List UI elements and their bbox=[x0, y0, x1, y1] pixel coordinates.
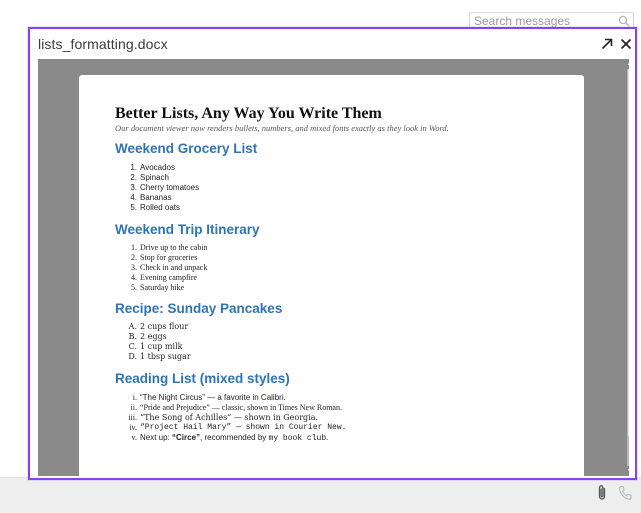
section-heading-grocery: Weekend Grocery List bbox=[115, 141, 258, 156]
list-item: 4. Evening campfire bbox=[131, 273, 208, 283]
list-item: 5. Saturday hike bbox=[131, 283, 208, 293]
section-heading-itinerary: Weekend Trip Itinerary bbox=[115, 222, 260, 237]
list-marker: 4. bbox=[131, 273, 137, 282]
list-item-text: 2 cups flour bbox=[140, 322, 189, 331]
list-marker: 1. bbox=[131, 243, 137, 252]
list-item-text: “Project Hail Mary” — shown in Courier N… bbox=[140, 423, 347, 432]
bottom-toolbar bbox=[0, 477, 641, 513]
list-item-text: Cherry tomatoes bbox=[140, 183, 200, 192]
list-item: iv. “Project Hail Mary” — shown in Courie… bbox=[129, 423, 347, 433]
scrollbar-thumb[interactable] bbox=[628, 69, 629, 437]
list-item-text-middle: , recommended by bbox=[200, 433, 269, 442]
list-marker: 5. bbox=[131, 283, 137, 292]
list-item-text: Drive up to the cabin bbox=[140, 243, 208, 252]
list-item-text-bold: “Circe” bbox=[172, 433, 201, 442]
list-item: B. 2 eggs bbox=[129, 332, 191, 342]
list-marker: 1. bbox=[130, 163, 137, 172]
grocery-list: 1. Avocados 2. Spinach 3. Cherry tomatoes 4… bbox=[130, 163, 200, 213]
list-item-text: Evening campfire bbox=[140, 273, 198, 282]
list-item-text: Rolled oats bbox=[140, 203, 181, 212]
phone-icon[interactable] bbox=[618, 485, 632, 501]
list-marker: v. bbox=[131, 433, 137, 442]
modal-header: lists_formatting.docx bbox=[30, 29, 635, 59]
list-marker: iii. bbox=[128, 413, 137, 422]
modal-title: lists_formatting.docx bbox=[38, 36, 168, 52]
list-item: 3. Check in and unpack bbox=[131, 263, 208, 273]
section-heading-recipe: Recipe: Sunday Pancakes bbox=[115, 301, 283, 316]
scroll-down-arrow-icon[interactable] bbox=[626, 467, 629, 475]
list-marker: 3. bbox=[130, 183, 137, 192]
list-marker: 3. bbox=[131, 263, 137, 272]
list-marker: C. bbox=[128, 342, 137, 351]
list-item-text: Saturday hike bbox=[140, 283, 185, 292]
list-item: 2. Spinach bbox=[130, 173, 199, 183]
list-item-text: Avocados bbox=[140, 163, 175, 172]
document-page: Better Lists, Any Way You Write Them Our… bbox=[79, 75, 584, 476]
close-icon[interactable] bbox=[617, 35, 635, 53]
list-item: 4. Bananas bbox=[130, 193, 199, 203]
list-item: i. “The Night Circus” — a favorite in Cal… bbox=[133, 393, 346, 403]
list-marker: 4. bbox=[130, 193, 137, 202]
list-marker: D. bbox=[128, 352, 137, 361]
list-item-text: Check in and unpack bbox=[140, 263, 208, 272]
document-title: Better Lists, Any Way You Write Them bbox=[115, 105, 382, 122]
list-marker: B. bbox=[128, 332, 137, 341]
list-item: 1. Drive up to the cabin bbox=[131, 243, 208, 253]
list-item-text: “The Night Circus” — a favorite in Calib… bbox=[140, 393, 286, 402]
list-item: 3. Cherry tomatoes bbox=[130, 183, 200, 193]
list-item-text: 1 tbsp sugar bbox=[140, 352, 191, 361]
list-marker: 2. bbox=[130, 173, 137, 182]
scroll-up-arrow-icon[interactable] bbox=[626, 59, 629, 67]
list-item-text: Spinach bbox=[140, 173, 169, 182]
list-item: ii. “Pride and Prejudice” — classic, show… bbox=[131, 403, 346, 413]
list-item-text: 2 eggs bbox=[140, 332, 167, 341]
list-item-text: Bananas bbox=[140, 193, 172, 202]
recipe-list: A. 2 cups flour B. 2 eggs C. 1 cup milk D. 1… bbox=[128, 322, 191, 362]
list-item: D. 1 tbsp sugar bbox=[128, 352, 191, 362]
list-item: v. Next up: “Circe”, recommended by my bo… bbox=[132, 433, 346, 443]
itinerary-list: 1. Drive up to the cabin 2. Stop for groce… bbox=[131, 243, 208, 293]
list-marker: A. bbox=[128, 322, 137, 331]
list-item: 1. Avocados bbox=[130, 163, 199, 173]
open-external-icon[interactable] bbox=[598, 35, 616, 53]
list-item-text-suffix: . bbox=[326, 433, 329, 442]
list-item: C. 1 cup milk bbox=[129, 342, 191, 352]
list-item-text-mono: my book club bbox=[268, 434, 327, 443]
search-icon[interactable] bbox=[618, 15, 630, 27]
list-item-text-prefix: Next up: bbox=[140, 433, 173, 442]
list-item: iii. “The Song of Achilles” — shown in Ge… bbox=[128, 413, 346, 423]
list-item: 5. Rolled oats bbox=[130, 203, 199, 213]
list-marker: ii. bbox=[130, 403, 137, 412]
list-marker: iv. bbox=[129, 423, 137, 432]
list-item-text: 1 cup milk bbox=[140, 342, 183, 351]
reading-list: i. “The Night Circus” — a favorite in Cal… bbox=[128, 393, 347, 443]
list-item: 2. Stop for groceries bbox=[131, 253, 208, 263]
list-item: A. 2 cups flour bbox=[129, 322, 191, 332]
document-subtitle: Our document viewer now renders bullets,… bbox=[115, 123, 449, 133]
section-heading-reading: Reading List (mixed styles) bbox=[115, 371, 290, 386]
list-item-text: Stop for groceries bbox=[140, 253, 198, 262]
vertical-scrollbar[interactable] bbox=[626, 59, 629, 476]
list-marker: 2. bbox=[131, 253, 137, 262]
document-viewer[interactable]: Better Lists, Any Way You Write Them Our… bbox=[38, 59, 629, 476]
list-item-text: “The Song of Achilles” — shown in Georgi… bbox=[140, 413, 319, 422]
document-preview-modal: lists_formatting.docx Better Lists, Any … bbox=[28, 27, 637, 480]
list-marker: i. bbox=[132, 393, 137, 402]
paperclip-icon[interactable] bbox=[595, 484, 609, 502]
list-item-text: “Pride and Prejudice” — classic, shown i… bbox=[140, 403, 342, 412]
list-marker: 5. bbox=[130, 203, 137, 212]
